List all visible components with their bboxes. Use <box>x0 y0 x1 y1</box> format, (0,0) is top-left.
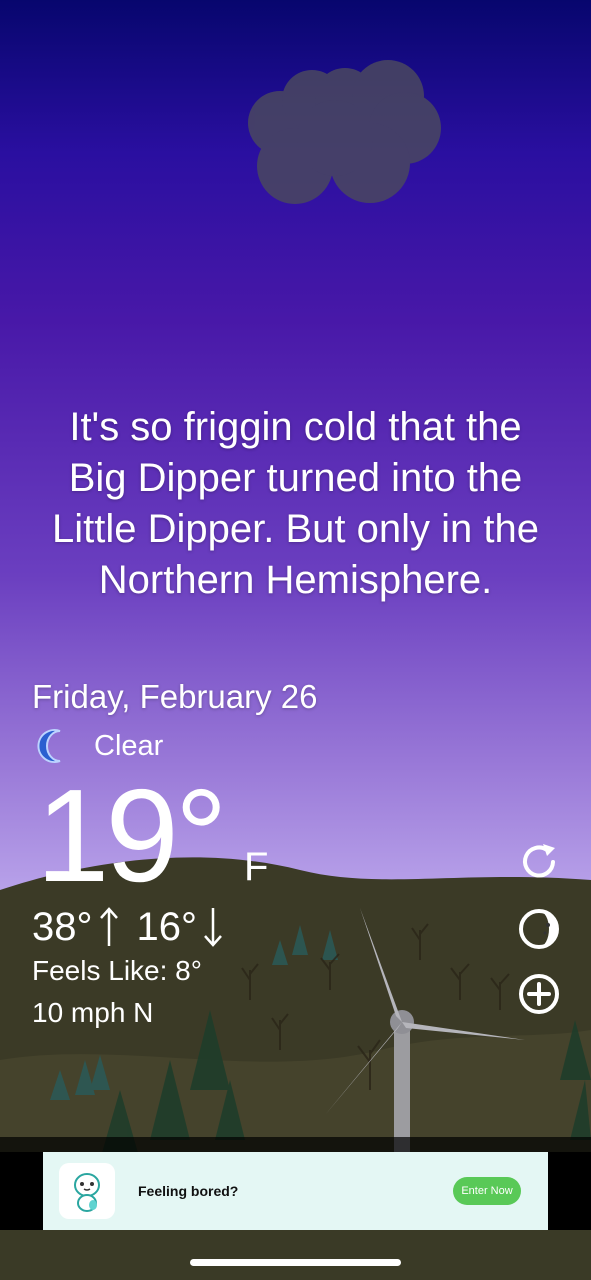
ad-text: Feeling bored? <box>138 1183 239 1199</box>
add-icon[interactable] <box>517 972 561 1016</box>
bottom-strip <box>0 1230 591 1280</box>
condition-label: Clear <box>94 729 164 762</box>
crescent-moon-icon <box>37 729 61 763</box>
date-label: Friday, February 26 <box>32 678 318 715</box>
quote-line-1: It's so friggin cold that the <box>69 405 522 449</box>
home-indicator[interactable] <box>190 1259 401 1266</box>
refresh-icon[interactable] <box>517 840 561 884</box>
ad-logo <box>59 1163 115 1219</box>
ad-backdrop <box>0 1137 591 1152</box>
moon-phase-icon[interactable] <box>517 907 561 951</box>
down-arrow-icon <box>204 908 222 947</box>
ad-banner[interactable]: Feeling bored? Enter Now <box>43 1152 548 1230</box>
high-low-row: 38° 16° <box>32 904 241 950</box>
up-arrow-icon <box>99 907 118 946</box>
quote-line-2: Big Dipper turned into the <box>68 456 523 500</box>
landscape-illustration <box>0 857 591 1280</box>
quote-line-3: Little Dipper. But only in the <box>52 507 539 551</box>
quote-line-4: Northern Hemisphere. <box>98 558 493 602</box>
feels-like-label: Feels Like: 8° <box>32 955 202 986</box>
dinosaur-mascot-icon <box>74 1173 100 1212</box>
temperature-unit: F <box>244 845 269 889</box>
wind-label: 10 mph N <box>32 997 154 1028</box>
weather-quote: It's so friggin cold that the Big Dipper… <box>0 402 591 606</box>
high-temp: 38° <box>32 905 93 949</box>
condition-row: Clear <box>36 728 163 764</box>
enter-now-button[interactable]: Enter Now <box>453 1177 521 1205</box>
low-temp: 16° <box>136 905 198 949</box>
temperature-value: 19° <box>36 762 228 909</box>
